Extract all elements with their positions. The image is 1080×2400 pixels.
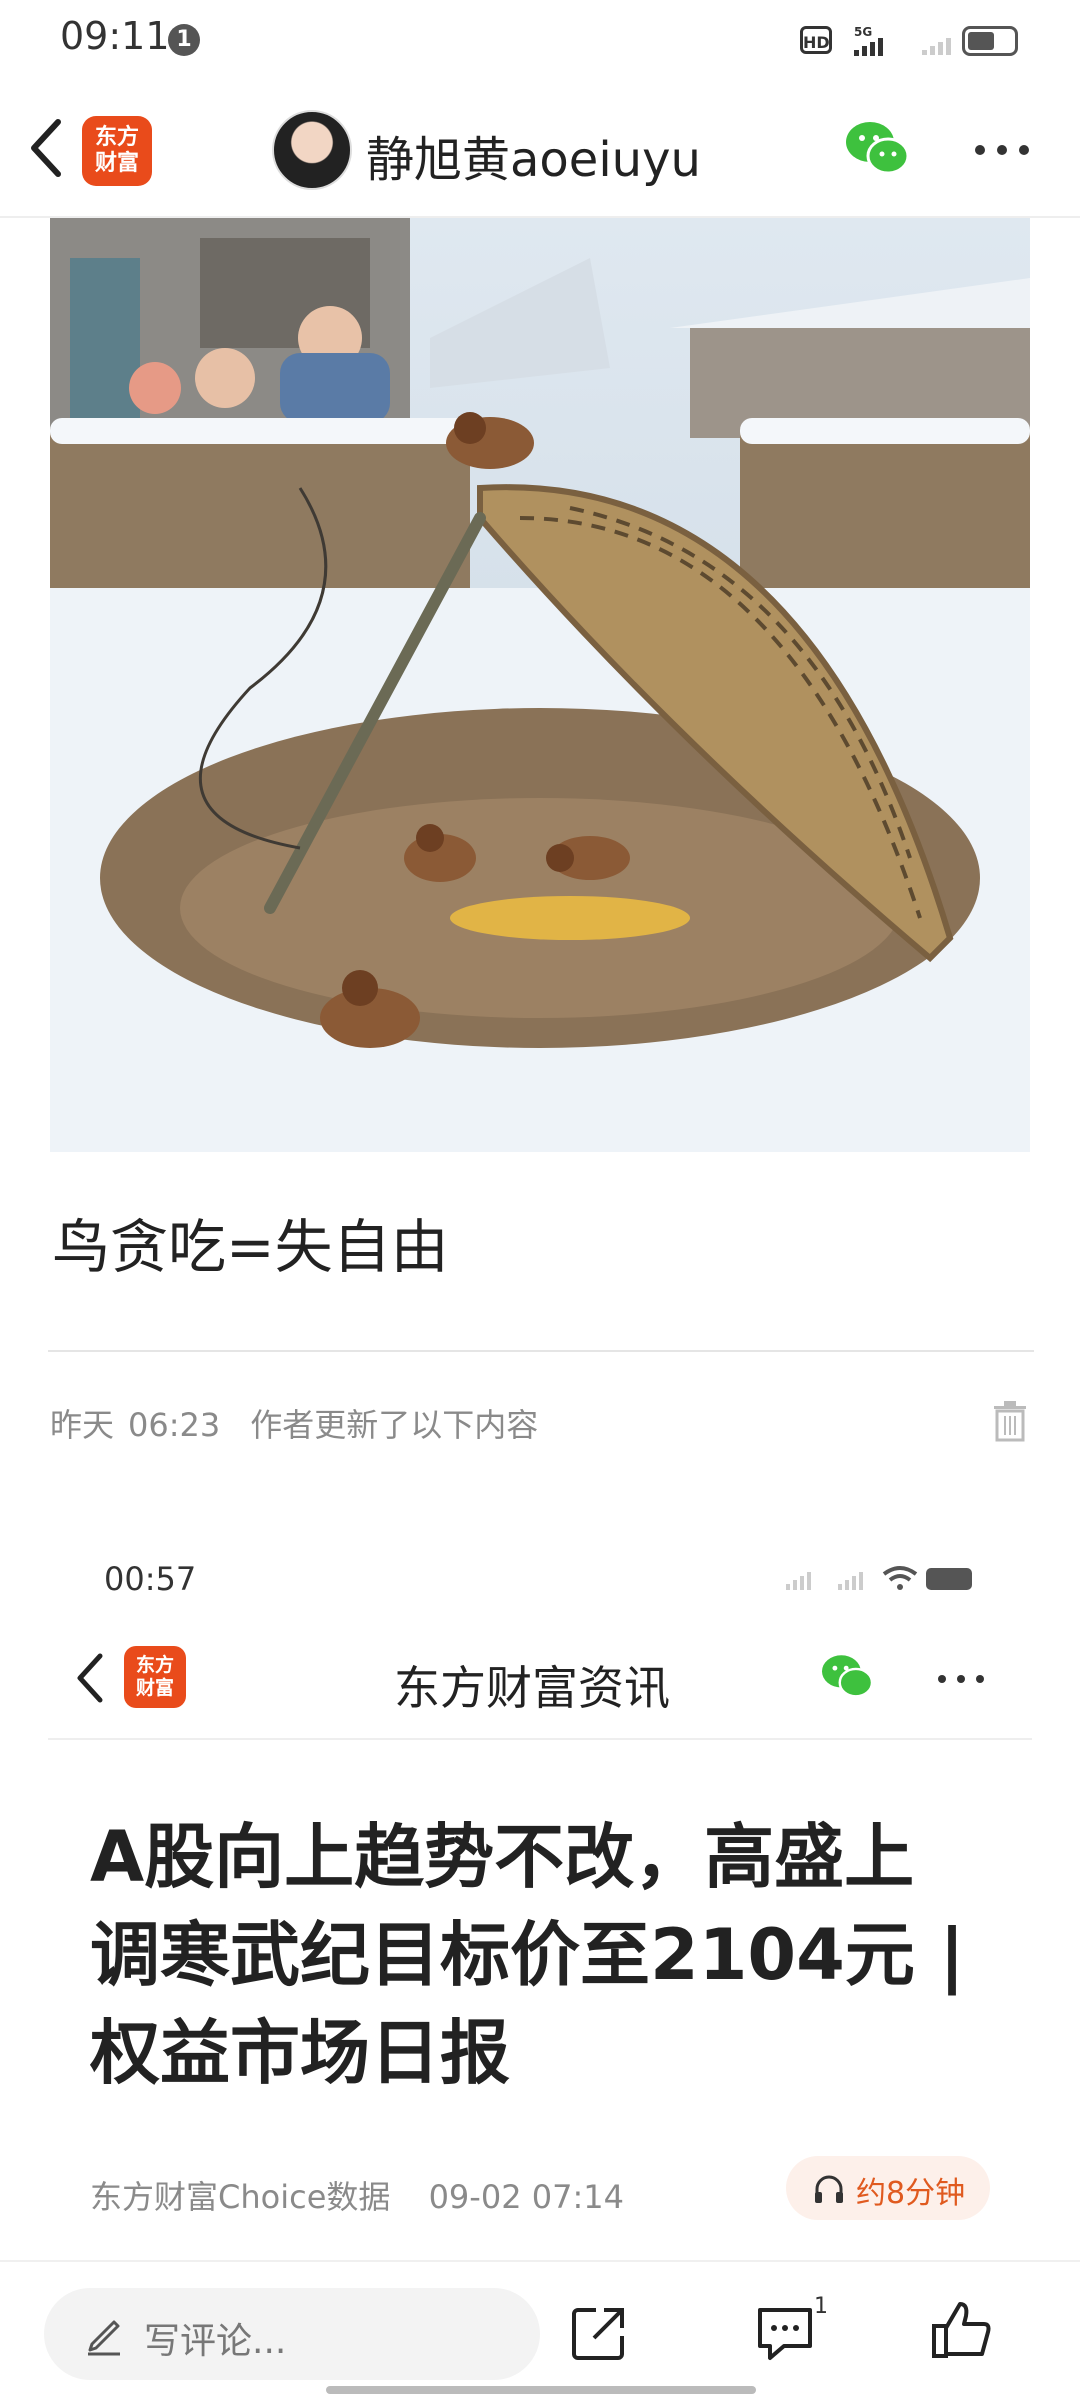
embedded-logo-line1: 东方 bbox=[135, 1654, 174, 1676]
embedded-app-logo: 东方 财富 bbox=[124, 1646, 186, 1708]
embedded-datetime: 09-02 07:14 bbox=[428, 2178, 624, 2216]
embedded-back-icon bbox=[77, 1653, 103, 1703]
post-illustration bbox=[50, 218, 1030, 1152]
like-icon[interactable] bbox=[930, 2298, 994, 2362]
logo-line2: 财富 bbox=[94, 151, 139, 176]
more-options-icon[interactable] bbox=[970, 130, 1034, 170]
comments-icon[interactable] bbox=[754, 2304, 816, 2362]
signal-5g-icon: 5G bbox=[854, 25, 883, 56]
update-date: 昨天 bbox=[50, 1406, 115, 1444]
listen-duration: 约8分钟 bbox=[856, 2176, 966, 2211]
comment-count: 1 bbox=[814, 2294, 828, 2319]
trash-icon[interactable] bbox=[992, 1400, 1028, 1442]
logo-line1: 东方 bbox=[94, 125, 139, 150]
divider bbox=[48, 1350, 1034, 1352]
post-caption: 鸟贪吃=失自由 bbox=[52, 1213, 449, 1281]
comment-placeholder[interactable]: 写评论... bbox=[144, 2312, 286, 2364]
embedded-logo-line2: 财富 bbox=[135, 1677, 174, 1699]
embedded-title: 东方财富资讯 bbox=[394, 1661, 670, 1715]
bottom-bar-divider bbox=[0, 2260, 1080, 2262]
author-name[interactable]: 静旭黄aoeiuyu bbox=[366, 120, 701, 190]
network-label: 5G bbox=[854, 25, 872, 39]
app-logo[interactable]: 东方 财富 bbox=[82, 116, 152, 186]
wechat-share-icon[interactable] bbox=[844, 118, 910, 180]
update-note: 作者更新了以下内容 bbox=[250, 1406, 539, 1444]
embedded-status-time: 00:57 bbox=[104, 1560, 197, 1598]
battery-icon bbox=[962, 26, 1018, 56]
notification-badge: 1 bbox=[168, 24, 200, 56]
embedded-source: 东方财富Choice数据 bbox=[90, 2178, 391, 2216]
embedded-wechat-icon bbox=[822, 1655, 874, 1698]
update-time: 06:23 bbox=[128, 1406, 221, 1444]
embedded-more-icon bbox=[938, 1675, 984, 1683]
author-avatar[interactable] bbox=[272, 110, 352, 190]
update-info: 昨天 06:23 作者更新了以下内容 bbox=[50, 1400, 538, 1446]
back-button[interactable] bbox=[20, 112, 74, 184]
home-indicator[interactable] bbox=[326, 2386, 756, 2394]
signal-secondary-icon bbox=[922, 38, 951, 55]
embedded-headline: A股向上趋势不改，高盛上调寒武纪目标价至2104元 | 权益市场日报 bbox=[90, 1816, 965, 2094]
embedded-meta: 东方财富Choice数据 09-02 07:14 bbox=[90, 2172, 624, 2218]
embedded-status-icons bbox=[786, 1566, 972, 1590]
embedded-divider bbox=[48, 1738, 1032, 1740]
headphones-icon bbox=[815, 2175, 843, 2203]
hd-icon: HD bbox=[800, 26, 832, 54]
status-time: 09:11 bbox=[60, 14, 170, 58]
share-icon[interactable] bbox=[570, 2304, 628, 2362]
pencil-icon bbox=[88, 2320, 120, 2356]
